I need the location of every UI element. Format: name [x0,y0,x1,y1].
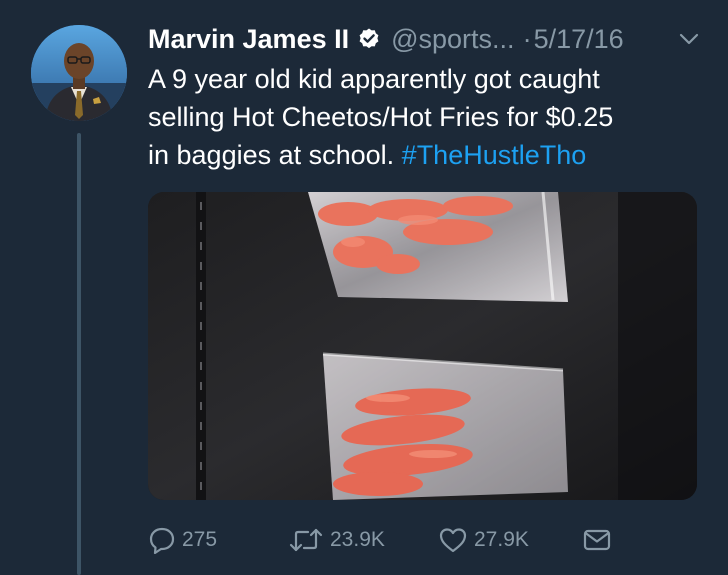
author-display-name[interactable]: Marvin James II [148,24,349,55]
heart-icon [439,528,467,553]
retweet-count: 23.9K [330,528,385,551]
thread-connector-line [77,133,81,575]
tweet-text: A 9 year old kid apparently got caught s… [148,60,708,174]
tweet-text-line: in baggies at school. #TheHustleTho [148,136,708,174]
tweet-text-line: selling Hot Cheetos/Hot Fries for $0.25 [148,102,614,132]
like-button[interactable]: 27.9K [438,520,529,560]
avatar-photo [31,25,127,121]
direct-message-button[interactable] [582,520,612,560]
verified-badge-icon [359,28,379,49]
tweet: Marvin James II @sports... · 5/17/16 A 9… [0,0,728,575]
tweet-media-photo[interactable] [148,192,697,500]
reply-count: 275 [182,528,218,551]
envelope-icon [583,529,611,551]
retweet-button[interactable]: 23.9K [288,520,385,560]
hashtag-link[interactable]: #TheHustleTho [402,140,587,170]
reply-icon [149,527,175,554]
author-handle[interactable]: @sports... [391,24,514,55]
tweet-actions-bar: 275 23.9K 27.9K [148,520,708,560]
tweet-date[interactable]: 5/17/16 [534,24,624,55]
tweet-header: Marvin James II @sports... · 5/17/16 [148,22,624,56]
cheetos-baggies-photo-icon [148,192,697,500]
tweet-menu-chevron-down-icon[interactable] [678,30,700,48]
author-avatar[interactable] [31,25,127,121]
like-count: 27.9K [474,528,529,551]
reply-button[interactable]: 275 [148,520,217,560]
tweet-text-line: A 9 year old kid apparently got caught [148,64,600,94]
header-separator: · [522,23,532,54]
tweet-text-segment: in baggies at school. [148,140,402,170]
retweet-icon [289,528,323,552]
